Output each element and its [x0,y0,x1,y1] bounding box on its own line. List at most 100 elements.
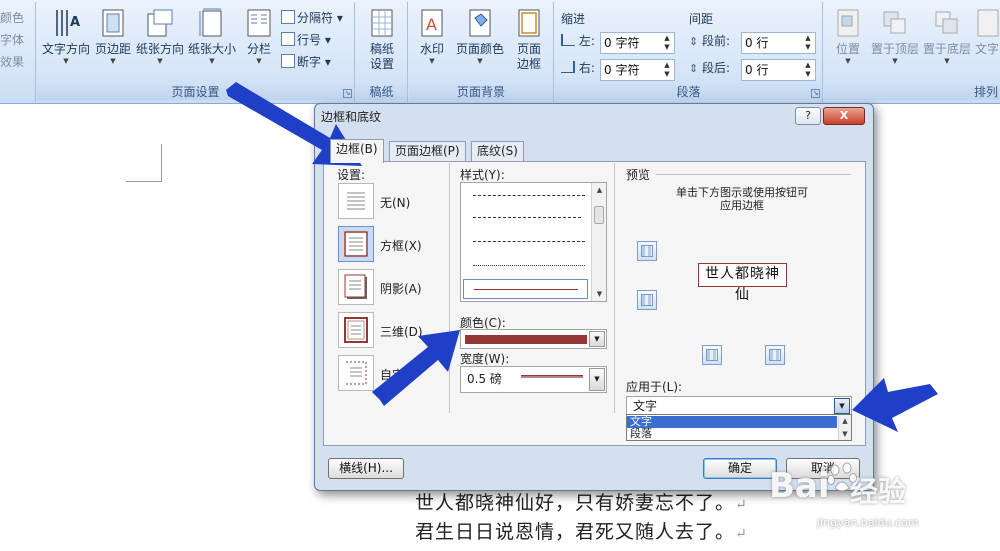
bottom-border-button[interactable] [637,290,657,310]
apply-to-label: 应用于(L): [626,380,683,394]
indent-right-input[interactable]: 0 字符 ▲ ▼ [600,59,675,81]
line-style-option[interactable] [473,217,581,218]
document-line-1[interactable]: 世人都晓神仙好，只有娇妻忘不了。↵ [415,488,748,515]
scroll-down-icon[interactable]: ▼ [592,287,606,301]
style-list-scrollbar[interactable]: ▲ ▼ [591,183,606,301]
chevron-down-icon[interactable]: ▼ [589,368,605,391]
setting-3d[interactable] [338,312,374,348]
apply-to-select[interactable]: 文字 ▼ [626,396,852,416]
indent-left-input[interactable]: 0 字符 ▲ ▼ [600,32,675,54]
position-button[interactable]: 位置 ▼ [828,6,868,80]
setting-box[interactable] [338,226,374,262]
line-style-list[interactable]: ▲ ▼ [460,182,607,302]
bring-front-icon [881,8,909,38]
spin-arrows-icon[interactable]: ▲ ▼ [803,61,813,79]
scroll-up-icon[interactable]: ▲ [592,183,606,197]
paragraph-dialog-launcher[interactable]: ↘ [811,89,820,98]
paint-bucket-icon [466,8,494,38]
bring-front-button[interactable]: 置于顶层 ▼ [870,6,920,80]
columns-button[interactable]: 分栏 ▼ [241,6,277,80]
size-label: 纸张大小 [187,42,236,56]
border-color-dropdown[interactable]: ▼ [460,329,607,349]
right-border-button[interactable] [765,345,785,365]
scroll-up-icon[interactable]: ▲ [839,415,851,427]
tab-page-border[interactable]: 页面边框(P) [389,141,466,162]
line-numbers-label: 行号 [297,33,322,47]
horizontal-line-button[interactable]: 横线(H)... [328,458,404,479]
apply-option-paragraph[interactable]: 段落 [627,428,837,440]
close-button[interactable]: X [823,107,865,125]
selected-line-sample [474,289,578,290]
page-setup-dialog-launcher[interactable]: ↘ [343,89,352,98]
page-color-button[interactable]: 页面颜色 ▼ [453,6,507,80]
right-border-icon [769,349,781,361]
paragraph-group: 缩进 间距 左: 0 字符 ▲ ▼ 右: 0 字符 ▲ ▼ ⇕ 段前: 0 行 ▲ ▼ ⇕ … [555,2,823,102]
theme-fonts-label: 字体 [0,33,25,47]
breaks-button[interactable]: 分隔符 ▾ [281,8,343,28]
spin-arrows-icon[interactable]: ▲ ▼ [662,34,672,52]
left-border-button[interactable] [702,345,722,365]
document-line-2[interactable]: 君生日日说恩情，君死又随人去了。↵ [415,517,748,544]
margins-button[interactable]: 页边距 ▼ [93,6,133,80]
line-style-option[interactable] [473,195,585,196]
watermark-button[interactable]: A 水印 ▼ [413,6,451,80]
text-wrap-label: 文字 [974,42,999,56]
watermark-brand: Bai [769,466,830,506]
top-border-icon [641,245,653,257]
setting-shadow[interactable] [338,269,374,305]
setting-custom[interactable] [338,355,374,391]
chevron-down-icon[interactable]: ▼ [834,398,850,414]
help-button[interactable]: ? [795,107,821,125]
send-back-button[interactable]: 置于底层 ▼ [922,6,972,80]
width-label: 宽度(W): [460,352,510,366]
page-borders-button[interactable]: 页面边框 [509,6,549,80]
hyphenation-button[interactable]: 断字 ▾ [281,52,331,72]
spin-arrows-icon[interactable]: ▲ ▼ [662,61,672,79]
dropdown-scrollbar[interactable]: ▲ ▼ [838,415,851,440]
spacing-before-input[interactable]: 0 行 ▲ ▼ [741,32,816,54]
tab-shading[interactable]: 底纹(S) [471,141,524,162]
chevron-down-icon: ▼ [110,57,116,65]
line-style-selected[interactable] [463,279,588,299]
svg-text:A: A [426,15,437,34]
spacing-after-row: ⇕ 段后: [689,59,730,81]
border-width-dropdown[interactable]: 0.5 磅 ▼ [460,366,607,393]
manuscript-grid-icon [368,8,396,38]
orientation-button[interactable]: 纸张方向 ▼ [135,6,185,80]
columns-icon [245,8,273,38]
arrange-group: 位置 ▼ 置于顶层 ▼ 置于底层 ▼ 文字 排列 [824,2,1000,102]
size-button[interactable]: 纸张大小 ▼ [187,6,237,80]
page-setup-group-label: 页面设置 [37,84,354,100]
setting-custom-icon [344,360,368,386]
preview-sample-text[interactable]: 世人都晓神仙 [698,263,787,303]
theme-effects-button[interactable]: 效果 [0,52,24,72]
chevron-down-icon: ▼ [157,57,163,65]
chevron-down-icon[interactable]: ▼ [589,331,605,347]
page-borders-text: 页面边框 [516,42,541,71]
chevron-down-icon: ▼ [477,57,483,65]
svg-text:A: A [70,15,80,30]
tab-borders[interactable]: 边框(B) [330,139,384,163]
manuscript-settings-button[interactable]: 稿纸设置 [360,6,404,80]
line-numbers-button[interactable]: 行号 ▾ [281,30,331,50]
scroll-down-icon[interactable]: ▼ [839,428,851,440]
spacing-after-input[interactable]: 0 行 ▲ ▼ [741,59,816,81]
setting-none[interactable] [338,183,374,219]
spin-arrows-icon[interactable]: ▲ ▼ [803,34,813,52]
theme-colors-button[interactable]: 颜色 [0,8,24,28]
watermark-url: jingyan.baidu.com [817,516,919,529]
scroll-thumb[interactable] [594,206,604,224]
spacing-heading: 间距 [689,12,714,26]
arrange-group-label: 排列 [824,84,1000,100]
top-border-button[interactable] [637,241,657,261]
chevron-down-icon: ▼ [845,57,851,65]
text-wrap-button[interactable]: 文字 [974,6,1000,80]
send-back-label: 置于底层 [922,42,971,56]
line-style-option[interactable] [473,265,585,266]
document-line-1-text: 世人都晓神仙好，只有娇妻忘不了。 [415,492,736,514]
apply-option-text[interactable]: 文字 [627,416,837,428]
line-style-option[interactable] [473,241,585,242]
text-direction-button[interactable]: A 文字方向 ▼ [41,6,91,80]
preview-rule [656,174,851,175]
theme-fonts-button[interactable]: 字体 [0,30,24,50]
